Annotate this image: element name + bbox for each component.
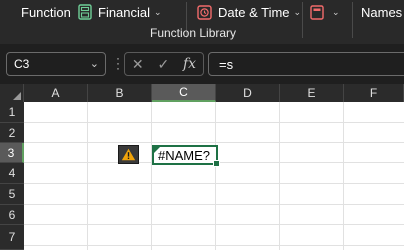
row-header-1[interactable]: 1 [0, 102, 24, 123]
select-all-button[interactable] [0, 84, 24, 102]
grid-line [343, 102, 344, 250]
datetime-button[interactable]: Date & Time ⌄ [197, 0, 301, 24]
chevron-down-icon: ⌄ [293, 6, 302, 17]
names-button[interactable]: Names ⌄ [361, 0, 404, 24]
names-label: Names [361, 4, 403, 20]
formula-bar: C3 ⌄ · · · ✕ ✓ fx =s [0, 49, 404, 80]
grid-line [87, 102, 88, 250]
grid-line [24, 245, 404, 246]
datetime-label: Date & Time [218, 4, 290, 20]
row-header-7[interactable]: 7 [0, 225, 24, 250]
row-header-3[interactable]: 3 [0, 143, 24, 163]
ribbon-divider [302, 2, 303, 38]
more-functions-icon [310, 4, 324, 20]
spreadsheet-grid[interactable]: A B C D E F 1 2 3 4 5 6 7 [0, 84, 404, 250]
formula-input[interactable]: =s [208, 52, 404, 76]
financial-label: Financial [98, 4, 151, 20]
chevron-down-icon[interactable]: ⌄ [90, 57, 99, 70]
row-header-6[interactable]: 6 [0, 205, 24, 225]
more-options-icon[interactable]: · · · [116, 52, 120, 74]
active-cell-c3[interactable]: #NAME? [152, 145, 220, 167]
grid-line [24, 183, 404, 184]
error-warning-icon[interactable] [118, 145, 139, 164]
error-indicator-icon [154, 147, 160, 153]
ribbon: Function Financial ⌄ Date & Time ⌄ ⌄ Nam… [0, 0, 404, 44]
cancel-icon[interactable]: ✕ [132, 56, 144, 73]
row-header-2[interactable]: 2 [0, 123, 24, 143]
column-header-e[interactable]: E [280, 84, 344, 102]
financial-icon [78, 4, 92, 20]
name-box[interactable]: C3 ⌄ [6, 52, 106, 76]
grid-line [24, 122, 404, 123]
column-header-d[interactable]: D [216, 84, 280, 102]
fill-handle[interactable] [213, 160, 220, 167]
column-header-a[interactable]: A [24, 84, 88, 102]
grid-line [24, 224, 404, 225]
function-label: Function [21, 4, 71, 20]
chevron-down-icon: ⌄ [154, 6, 162, 17]
grid-line [151, 102, 152, 250]
ribbon-divider [352, 2, 353, 38]
formula-value: =s [219, 56, 234, 72]
function-button[interactable]: Function [21, 0, 71, 24]
row-header-4[interactable]: 4 [0, 163, 24, 184]
grid-line [24, 204, 404, 205]
column-header-b[interactable]: B [88, 84, 152, 102]
grid-line [279, 102, 280, 250]
column-header-f[interactable]: F [344, 84, 404, 102]
cell-value: #NAME? [158, 147, 211, 163]
row-header-5[interactable]: 5 [0, 184, 24, 205]
financial-button[interactable]: Financial ⌄ [78, 0, 162, 24]
grid-line [24, 142, 404, 143]
grid-line [215, 102, 216, 250]
name-box-value: C3 [14, 57, 30, 71]
chevron-down-icon: ⌄ [332, 6, 340, 17]
confirm-icon[interactable]: ✓ [157, 56, 169, 73]
function-library-group-label: Function Library [150, 26, 237, 40]
column-header-c[interactable]: C [152, 84, 216, 102]
datetime-icon [197, 4, 212, 20]
formula-buttons: ✕ ✓ fx [124, 52, 204, 76]
insert-function-icon[interactable]: fx [183, 56, 196, 72]
more-functions-button[interactable]: ⌄ [310, 0, 340, 24]
